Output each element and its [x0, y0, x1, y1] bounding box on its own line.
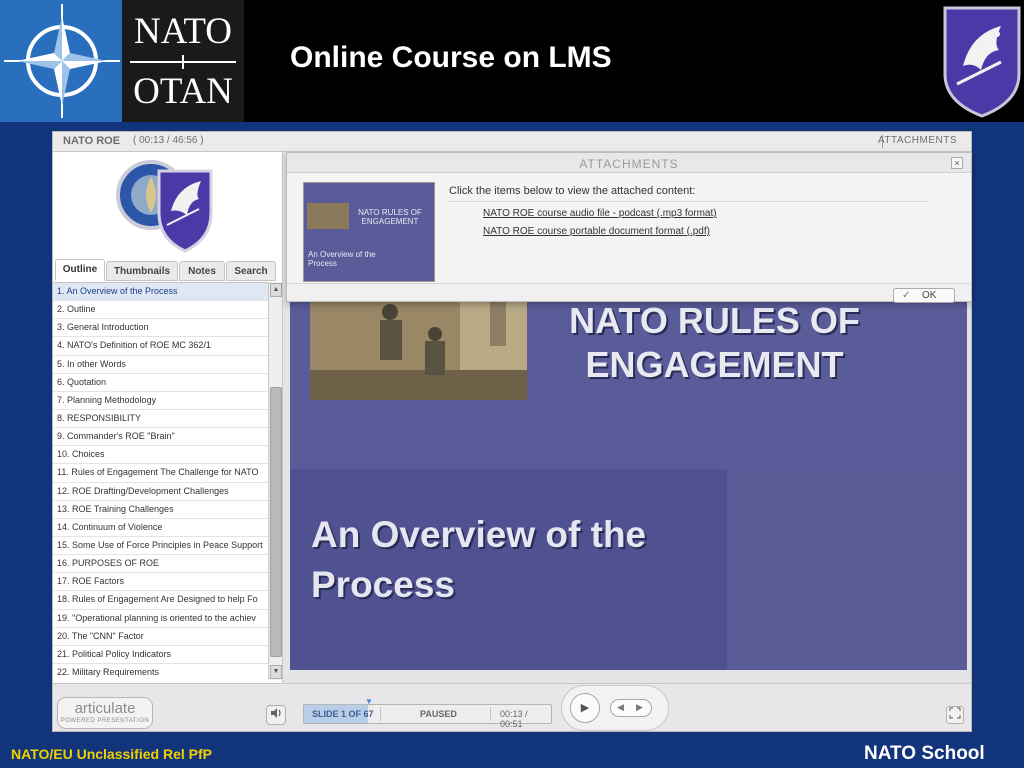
logo-divider-tick — [182, 55, 184, 69]
tab-notes[interactable]: Notes — [179, 261, 225, 281]
lms-player: NATO ROE ( 00:13 / 46:56 ) ATTACHMENTS O… — [52, 131, 972, 732]
progress-bar[interactable]: ▼ SLIDE 1 OF 67 PAUSED 00:13 / 00:51 — [303, 697, 552, 729]
thumbnail-subtitle-line-2: Process — [308, 259, 337, 268]
progress-separator — [380, 707, 381, 721]
thumbnail-photo — [307, 203, 349, 229]
outline-item[interactable]: 2. Outline — [53, 301, 268, 320]
nato-school-label: NATO School — [864, 743, 985, 764]
outline-item[interactable]: 12. ROE Drafting/Development Challenges — [53, 483, 268, 501]
outline-item[interactable]: 18. Rules of Engagement Are Designed to … — [53, 591, 268, 610]
nato-otan-logo: NATO OTAN — [0, 0, 244, 122]
play-button[interactable]: ▶ — [570, 693, 600, 723]
outline-item[interactable]: 10. Choices — [53, 446, 268, 465]
outline-item[interactable]: 6. Quotation — [53, 374, 268, 392]
slide-title-line-1: NATO RULES OF — [569, 300, 860, 341]
sidebar-tabs: Outline Thumbnails Notes Search — [53, 259, 283, 281]
classification-label: NATO/EU Unclassified Rel PfP — [11, 746, 212, 762]
thumbnail-title: NATO RULES OF ENGAGEMENT — [350, 208, 430, 226]
slide-title-line-2: ENGAGEMENT — [585, 344, 844, 385]
outline-item[interactable]: 21. Political Policy Indicators — [53, 646, 268, 664]
volume-button[interactable] — [266, 705, 286, 725]
articulate-wordmark: articulate — [74, 700, 136, 717]
outline-item[interactable]: 4. NATO's Definition of ROE MC 362/1 — [53, 337, 268, 356]
outline-item[interactable]: 19. "Operational planning is oriented to… — [53, 610, 268, 628]
tab-outline[interactable]: Outline — [55, 259, 105, 281]
articulate-tagline: POWERED PRESENTATION — [60, 718, 150, 724]
fullscreen-icon — [949, 707, 961, 719]
logo-line-otan: OTAN — [133, 71, 233, 112]
slide-subtitle-line-2: Process — [311, 564, 455, 605]
playback-status: PAUSED — [420, 709, 457, 719]
sidebar: Outline Thumbnails Notes Search 1. An Ov… — [53, 152, 283, 683]
popup-divider — [449, 201, 929, 202]
player-controls: articulate POWERED PRESENTATION ▼ SLIDE … — [53, 683, 971, 731]
progress-separator — [490, 707, 491, 721]
popup-footer: ✓ OK — [287, 283, 971, 303]
nato-school-crest-icon — [941, 4, 1023, 118]
outline-item[interactable]: 9. Commander's ROE "Brain" — [53, 428, 268, 447]
previous-slide-button[interactable]: ◀ — [617, 702, 624, 713]
popup-header: ATTACHMENTS × — [287, 153, 971, 173]
slide-title: NATO RULES OF ENGAGEMENT — [527, 299, 902, 387]
outline-item[interactable]: 1. An Overview of the Process — [53, 283, 268, 302]
header-bar: NATO OTAN Online Course on LMS — [0, 0, 1024, 122]
attachments-button[interactable]: ATTACHMENTS — [878, 135, 957, 146]
outline-item[interactable]: 8. RESPONSIBILITY — [53, 410, 268, 429]
tab-thumbnails[interactable]: Thumbnails — [106, 261, 178, 281]
slide-thumbnail: NATO RULES OF ENGAGEMENT An Overview of … — [303, 182, 435, 282]
scroll-thumb[interactable] — [270, 387, 282, 657]
player-header: NATO ROE ( 00:13 / 46:56 ) ATTACHMENTS — [53, 132, 971, 152]
tab-search[interactable]: Search — [226, 261, 276, 281]
outline-item[interactable]: 15. Some Use of Force Principles in Peac… — [53, 537, 268, 556]
thumbnail-subtitle-line-1: An Overview of the — [308, 250, 376, 259]
check-icon: ✓ — [902, 290, 911, 301]
attachment-link-mp3[interactable]: NATO ROE course audio file - podcast (.m… — [483, 208, 717, 219]
fullscreen-button[interactable] — [946, 706, 964, 724]
outline-item[interactable]: 3. General Introduction — [53, 319, 268, 338]
nato-compass-star-icon — [0, 0, 122, 122]
thumbnail-subtitle: An Overview of the Process — [308, 250, 398, 268]
ok-button-label: OK — [922, 290, 937, 301]
allied-command-logo-icon — [111, 155, 221, 255]
ok-button[interactable]: ✓ OK — [893, 288, 955, 303]
outline-list: 1. An Overview of the Process 2. Outline… — [53, 282, 268, 680]
scroll-up-arrow-icon[interactable]: ▲ — [270, 283, 282, 297]
play-icon: ▶ — [580, 702, 590, 714]
slide-nav-group: ◀ ▶ — [610, 699, 652, 717]
close-icon[interactable]: × — [951, 157, 963, 169]
thumbnail-title-line-1: NATO RULES OF — [358, 208, 422, 217]
attachments-popup: ATTACHMENTS × NATO RULES OF ENGAGEMENT A… — [286, 152, 972, 303]
outline-item[interactable]: 5. In other Words — [53, 356, 268, 374]
outline-item[interactable]: 13. ROE Training Challenges — [53, 501, 268, 519]
outline-item[interactable]: 16. PURPOSES OF ROE — [53, 555, 268, 574]
scroll-down-arrow-icon[interactable]: ▼ — [270, 665, 282, 679]
thumbnail-title-line-2: ENGAGEMENT — [361, 217, 419, 226]
outline-item[interactable]: 14. Continuum of Violence — [53, 519, 268, 537]
outline-item[interactable]: 20. The "CNN" Factor — [53, 628, 268, 646]
outline-item[interactable]: 7. Planning Methodology — [53, 392, 268, 410]
popup-title: ATTACHMENTS — [579, 157, 679, 171]
slide-subtitle: An Overview of the Process — [311, 510, 731, 610]
articulate-logo: articulate POWERED PRESENTATION — [57, 697, 153, 729]
slide-stage: NATO RULES OF ENGAGEMENT An Overview of … — [290, 282, 967, 670]
slide-lower-band-right — [727, 469, 967, 670]
course-title: NATO ROE — [63, 135, 121, 147]
slide-counter: SLIDE 1 OF 67 — [312, 709, 374, 719]
playback-cluster: ▶ ◀ ▶ — [561, 685, 669, 731]
outline-item[interactable]: 17. ROE Factors — [53, 573, 268, 592]
outline-item[interactable]: 22. Military Requirements — [53, 664, 268, 680]
slide-subtitle-line-1: An Overview of the — [311, 514, 647, 555]
outline-item[interactable]: 11. Rules of Engagement The Challenge fo… — [53, 464, 268, 483]
outline-scrollbar[interactable]: ▲ ▼ — [268, 282, 282, 680]
next-slide-button[interactable]: ▶ — [636, 702, 643, 713]
speaker-icon — [271, 708, 281, 718]
slide-time: 00:13 / 00:51 — [500, 709, 528, 729]
course-elapsed-time: ( 00:13 / 46:56 ) — [133, 135, 204, 146]
popup-intro-text: Click the items below to view the attach… — [449, 185, 696, 197]
progress-marker-icon[interactable]: ▼ — [365, 697, 373, 706]
nato-wordmark: NATO OTAN — [122, 0, 244, 122]
attachment-link-pdf[interactable]: NATO ROE course portable document format… — [483, 226, 710, 237]
logo-line-nato: NATO — [134, 11, 232, 52]
page-title: Online Course on LMS — [290, 41, 612, 74]
